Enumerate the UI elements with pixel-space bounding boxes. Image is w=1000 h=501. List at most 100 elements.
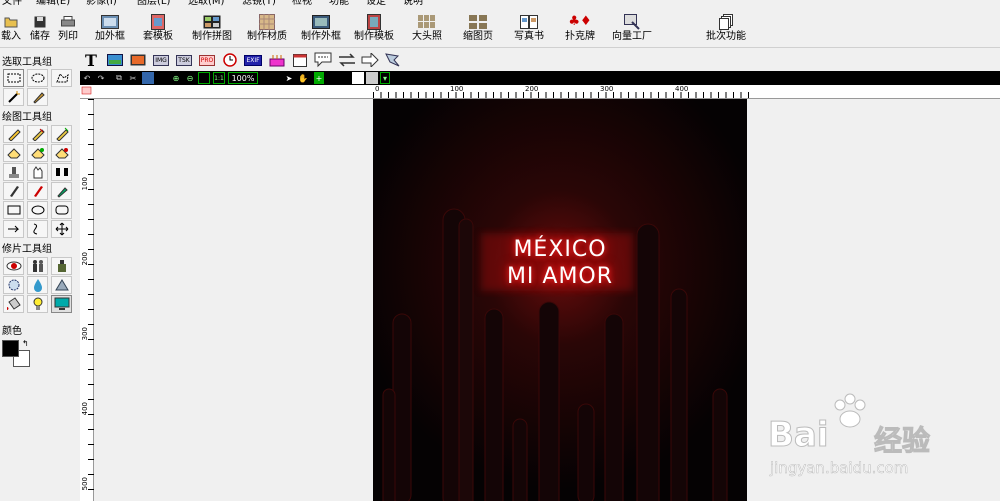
clock-icon[interactable] [221,52,239,68]
ellipse-tool[interactable] [27,201,48,219]
red-brush-tool[interactable] [27,182,48,200]
foreground-color-swatch[interactable] [2,340,19,357]
magic-wand-tool[interactable] [3,88,24,106]
ellipse-select-tool[interactable] [27,69,48,87]
pointer-icon[interactable]: ➤ [284,72,294,84]
batch-button[interactable]: 批次功能 [704,13,748,47]
photo-canvas[interactable]: MÉXICO MI AMOR [373,99,747,501]
thumbnail-page-button[interactable]: 缩图页 [461,13,495,47]
menu-filter[interactable]: 滤镜(T) [242,0,276,8]
line-tool[interactable] [3,220,24,238]
text-tool-button[interactable]: T [82,51,100,70]
red-eraser-tool[interactable] [51,144,72,162]
add-frame-button[interactable]: 加外框 [93,13,127,47]
move-tool[interactable] [51,220,72,238]
zoom-level-field[interactable]: 100% [228,72,258,84]
lasso-select-tool[interactable] [51,69,72,87]
menu-select[interactable]: 选取(M) [188,0,224,8]
fit-window-icon[interactable] [198,72,210,84]
rounded-rect-tool[interactable] [51,201,72,219]
sharpen-tool[interactable] [51,276,72,294]
shape-star-icon[interactable] [384,52,402,68]
cut-icon[interactable]: ✂ [128,72,138,84]
gradient-tool[interactable] [51,163,72,181]
menu-edit[interactable]: 编辑(E) [36,0,70,8]
add-icon[interactable]: + [314,72,324,84]
brush-select-tool[interactable] [27,88,48,106]
tsk-badge: TSK [176,54,192,66]
save-button[interactable]: 储存 [29,13,51,47]
photo-book-button[interactable]: 写真书 [512,13,546,47]
menu-file[interactable]: 文件 [2,0,22,8]
zoom-in-icon[interactable]: ⊕ [170,72,182,84]
img-badge-button[interactable]: IMG [152,52,170,68]
watermark-brand-cn: 经验 [873,424,931,458]
zoom-out-icon[interactable]: ⊖ [184,72,196,84]
menu-layer[interactable]: 图层(L) [137,0,170,8]
picture-frame-icon [311,13,331,30]
make-material-button[interactable]: 制作材质 [245,13,289,47]
make-template-button[interactable]: 制作模板 [352,13,396,47]
make-frame-button[interactable]: 制作外框 [299,13,343,47]
eyedropper-tool[interactable] [51,182,72,200]
smudge-tool[interactable] [27,163,48,181]
make-collage-button[interactable]: 制作拼图 [190,13,234,47]
poker-button[interactable]: ♣♦ 扑克牌 [563,13,597,47]
print-button[interactable]: 列印 [57,13,79,47]
gray-swatch[interactable] [366,72,378,84]
pen-tool[interactable] [3,182,24,200]
monitor-tool[interactable] [51,295,72,313]
paint-bucket-tool[interactable] [3,295,24,313]
swap-arrows-icon[interactable] [338,52,356,68]
actual-size-button[interactable]: 1:1 [213,72,225,84]
red-eye-tool[interactable] [3,257,24,275]
speech-bubble-icon[interactable] [314,52,332,68]
lightbulb-tool[interactable] [27,295,48,313]
curve-tool[interactable] [27,220,48,238]
load-label: 载入 [1,31,21,42]
redo-icon[interactable]: ↷ [96,72,106,84]
add-frame-label: 加外框 [95,31,125,42]
marker-tool[interactable] [27,125,48,143]
swatch-dropdown-icon[interactable]: ▾ [380,72,390,84]
tsk-badge-button[interactable]: TSK [175,52,193,68]
white-swatch[interactable] [352,72,364,84]
vertical-ruler: 100 200 300 400 500 [80,99,94,501]
swap-colors-icon[interactable]: ↰ [22,339,29,348]
landscape-icon[interactable] [129,52,147,68]
cake-icon[interactable] [268,52,286,68]
apply-template-button[interactable]: 套模板 [141,13,175,47]
clone-people-tool[interactable] [27,257,48,275]
pro-badge-button[interactable]: PRO [198,52,216,68]
color-eraser-tool[interactable] [27,144,48,162]
circle-retouch-tool[interactable] [3,276,24,294]
watermark-url: jingyan.baidu.com [770,459,909,478]
pencil-tool[interactable] [3,125,24,143]
menu-function[interactable]: 功能 [329,0,349,8]
stamp-tool[interactable] [3,163,24,181]
bottle-tool[interactable] [51,257,72,275]
rectangle-tool[interactable] [3,201,24,219]
water-drop-tool[interactable] [27,276,48,294]
highlighter-tool[interactable] [51,125,72,143]
rect-select-tool[interactable] [3,69,24,87]
vector-factory-button[interactable]: 向量工厂 [610,13,654,47]
hand-icon[interactable]: ✋ [298,72,308,84]
eraser-tool[interactable] [3,144,24,162]
arrow-right-icon[interactable] [361,52,379,68]
menu-view[interactable]: 检视 [292,0,312,8]
menu-settings[interactable]: 设定 [366,0,386,8]
menu-image[interactable]: 影像(I) [86,0,117,8]
calendar-icon[interactable] [291,52,309,68]
undo-icon[interactable]: ↶ [82,72,92,84]
menu-help[interactable]: 说明 [403,0,423,8]
select-group-title: 选取工具组 [2,57,52,68]
image-insert-icon[interactable] [106,52,124,68]
exif-badge-button[interactable]: EXIF [244,52,262,68]
paste-icon[interactable] [142,72,154,84]
load-button[interactable]: 载入 [0,13,22,47]
ruler-minor-ticks [373,92,753,98]
vector-factory-label: 向量工厂 [612,31,652,42]
big-head-button[interactable]: 大头照 [410,13,444,47]
copy-icon[interactable]: ⧉ [114,72,124,84]
